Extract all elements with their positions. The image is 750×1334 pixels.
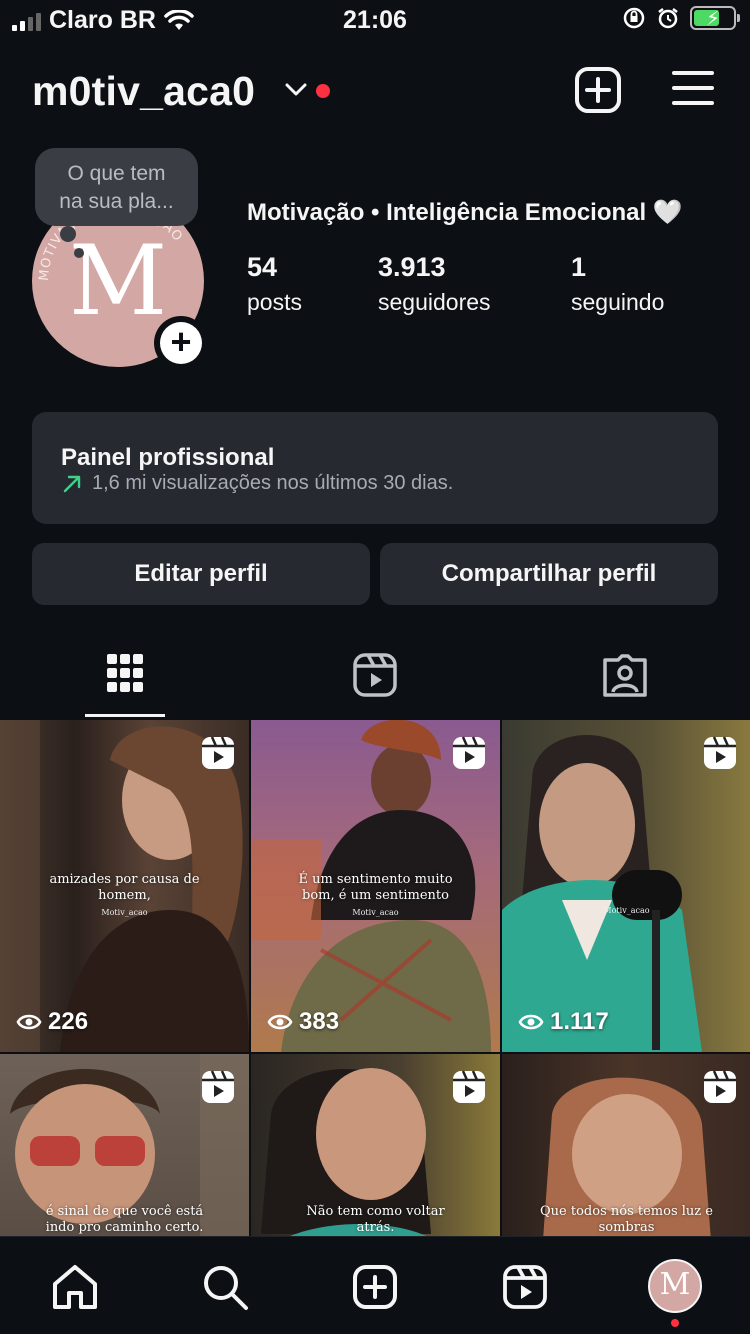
play-views-icon: [518, 1014, 544, 1030]
create-icon: [353, 1265, 397, 1309]
professional-dashboard[interactable]: Painel profissional: [32, 412, 718, 524]
stat-value: 1: [571, 252, 587, 282]
menu-icon[interactable]: [672, 70, 714, 106]
reels-icon: [353, 653, 397, 697]
post-caption: É um sentimento muito bom, é um sentiment…: [298, 872, 453, 903]
post-watermark: Motiv_acao: [101, 908, 148, 917]
post-caption: amizades por causa de homem,: [49, 872, 200, 903]
stat-followers[interactable]: 3.913 seguidores: [378, 252, 491, 316]
post-caption: é sinal de que você está indo pro caminho…: [45, 1204, 204, 1235]
note-bubble-tail: [60, 226, 76, 242]
reel-icon: [202, 736, 234, 769]
reel-icon: [704, 1070, 736, 1103]
post-caption: Não tem como voltar atrás.: [306, 1204, 445, 1235]
edit-profile-button[interactable]: Editar perfil: [32, 543, 370, 605]
stat-value: 3.913: [378, 252, 446, 282]
active-tab-indicator: [85, 714, 165, 717]
home-icon: [53, 1265, 97, 1309]
stat-following[interactable]: 1 seguindo: [571, 252, 664, 316]
post-watermark: Motiv_acao: [352, 908, 399, 917]
note-text-line1: O que tem: [67, 162, 166, 185]
post-tile[interactable]: Não tem como voltar atrás.: [251, 1054, 500, 1236]
stat-label: seguindo: [571, 289, 665, 315]
tab-grid[interactable]: [0, 640, 250, 718]
view-count: 383: [267, 1008, 339, 1036]
reel-icon: [202, 1070, 234, 1103]
reels-icon: [503, 1265, 547, 1309]
panel-title: Painel profissional: [61, 444, 275, 471]
posts-grid: amizades por causa de homem, Motiv_acao 2…: [0, 720, 750, 1236]
bio-name: Motivação • Inteligência Emocional 🤍: [247, 199, 683, 226]
stat-label: seguidores: [378, 289, 491, 315]
profile-tabs: [0, 640, 750, 718]
nav-home[interactable]: [47, 1259, 103, 1315]
tab-reels[interactable]: [250, 640, 500, 718]
view-count: 226: [16, 1008, 88, 1036]
share-profile-button[interactable]: Compartilhar perfil: [380, 543, 718, 605]
post-caption: Que todos nós temos luz e sombras: [540, 1204, 713, 1235]
panel-subtitle: 1,6 mi visualizações nos últimos 30 dias…: [92, 472, 454, 494]
play-views-icon: [16, 1014, 42, 1030]
note-bubble[interactable]: O que tem na sua pla...: [35, 148, 198, 226]
grid-icon: [107, 654, 143, 692]
status-bar: Claro BR 21:06 ⚡: [0, 0, 750, 42]
nav-search[interactable]: [197, 1259, 253, 1315]
tagged-icon: [603, 654, 647, 697]
notification-dot: [316, 84, 330, 98]
battery-icon: ⚡: [690, 6, 740, 30]
stat-label: posts: [247, 289, 302, 315]
plus-icon: +: [160, 322, 202, 364]
nav-reels[interactable]: [497, 1259, 553, 1315]
status-icons: ⚡: [622, 6, 740, 30]
post-tile[interactable]: Motiv_acao 1.117: [502, 720, 750, 1052]
reel-icon: [704, 736, 736, 769]
bottom-navigation: M: [0, 1236, 750, 1334]
nav-profile-avatar[interactable]: M: [648, 1259, 702, 1313]
username[interactable]: m0tiv_aca0: [32, 68, 255, 115]
alarm-icon: [658, 8, 678, 29]
profile-header: m0tiv_aca0: [32, 62, 718, 122]
stat-value: 54: [247, 252, 278, 282]
reel-icon: [453, 1070, 485, 1103]
post-tile[interactable]: é sinal de que você está indo pro caminho…: [0, 1054, 249, 1236]
stat-posts[interactable]: 54 posts: [247, 252, 302, 316]
search-icon: [204, 1266, 248, 1310]
notification-dot: [671, 1319, 679, 1327]
post-tile[interactable]: Que todos nós temos luz e sombras: [502, 1054, 750, 1236]
chevron-down-icon[interactable]: [284, 80, 308, 100]
view-count: 1.117: [518, 1008, 609, 1036]
post-watermark: Motiv_acao: [603, 906, 650, 915]
reel-icon: [453, 736, 485, 769]
play-views-icon: [267, 1014, 293, 1030]
post-tile[interactable]: É um sentimento muito bom, é um sentiment…: [251, 720, 500, 1052]
note-bubble-tail-small: [74, 248, 84, 258]
add-story-button[interactable]: +: [154, 316, 208, 370]
nav-create[interactable]: [347, 1259, 403, 1315]
nav-avatar-letter: M: [659, 1267, 691, 1302]
post-tile[interactable]: amizades por causa de homem, Motiv_acao 2…: [0, 720, 249, 1052]
note-text-line2: na sua pla...: [59, 190, 174, 213]
orientation-lock-icon: [623, 7, 645, 29]
create-icon[interactable]: [574, 66, 622, 114]
tab-tagged[interactable]: [500, 640, 750, 718]
trend-up-icon: [63, 475, 81, 493]
